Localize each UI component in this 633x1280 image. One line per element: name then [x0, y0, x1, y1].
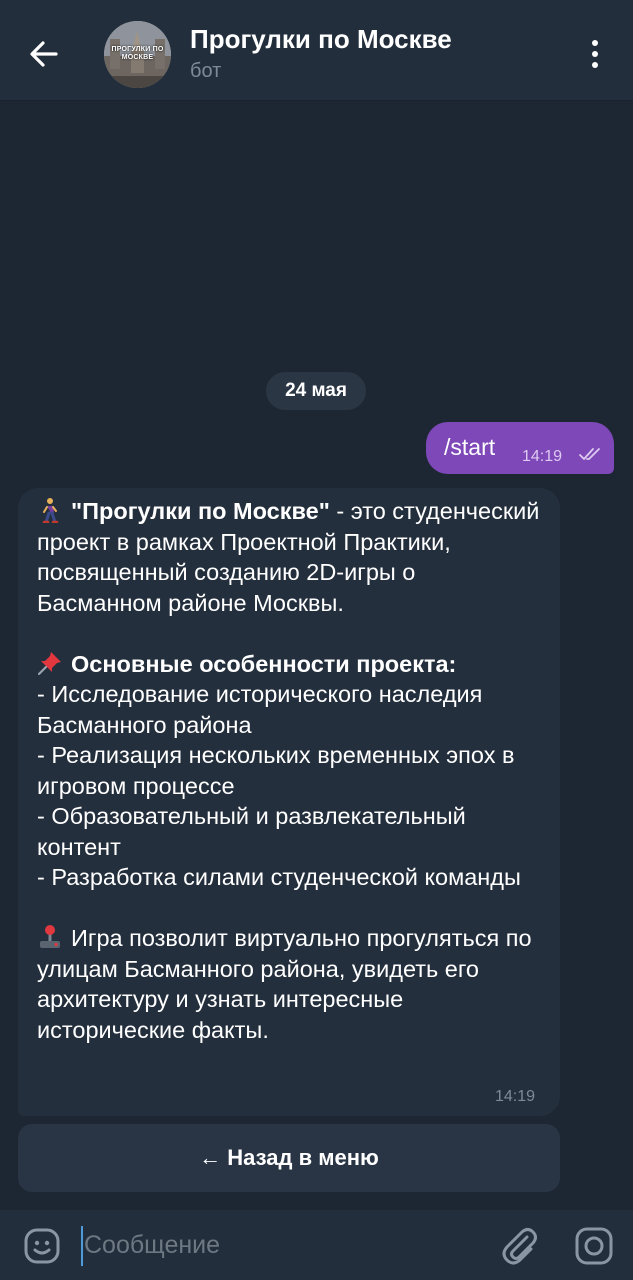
feature-item: - Разработка силами студенческой команды	[37, 864, 521, 890]
back-button[interactable]	[22, 32, 66, 76]
chat-header: ПРОГУЛКИ ПО МОСКВЕ Прогулки по Москве бо…	[0, 0, 633, 100]
features-heading: Основные особенности проекта:	[71, 650, 457, 677]
chat-title[interactable]: Прогулки по Москве	[190, 24, 452, 55]
avatar-label: ПРОГУЛКИ ПО МОСКВЕ	[111, 46, 164, 61]
more-vertical-icon	[592, 40, 598, 46]
message-time: 14:19	[522, 448, 563, 465]
incoming-message[interactable]: "Прогулки по Москве" - это студенческий …	[18, 488, 560, 1116]
menu-dot	[592, 51, 598, 57]
smile-icon[interactable]	[22, 1226, 62, 1266]
message-input[interactable]	[80, 1222, 480, 1268]
paperclip-icon[interactable]	[497, 1224, 541, 1268]
outro-text: Игра позволит виртуально прогуляться по …	[37, 925, 532, 1043]
chat-avatar[interactable]: ПРОГУЛКИ ПО МОСКВЕ	[104, 21, 171, 88]
back-to-menu-button[interactable]: ← Назад в меню	[18, 1124, 560, 1192]
pushpin-icon	[37, 651, 61, 675]
date-separator: 24 мая	[266, 372, 366, 410]
message-input-bar	[0, 1210, 633, 1280]
message-time: 14:19	[495, 1088, 536, 1105]
message-paragraph-intro: "Прогулки по Москве" - это студенческий …	[37, 496, 542, 618]
message-paragraph-outro: Игра позволит виртуально прогуляться по …	[37, 923, 542, 1045]
joystick-icon	[40, 925, 60, 948]
instagram-camera-icon[interactable]	[573, 1225, 615, 1267]
menu-dot	[592, 62, 598, 68]
feature-item: - Реализация нескольких временных эпох в…	[37, 742, 515, 799]
chat-subtitle: бот	[190, 60, 222, 82]
feature-item: - Исследование исторического наследия Ба…	[37, 681, 483, 738]
more-options-button[interactable]	[577, 34, 613, 74]
person-walking-icon	[42, 498, 59, 523]
message-body: "Прогулки по Москве" - это студенческий …	[37, 496, 542, 1045]
arrow-left-icon	[30, 41, 58, 67]
outgoing-message[interactable]: /start 14:19	[426, 422, 614, 474]
double-check-icon	[579, 448, 600, 460]
project-name: "Прогулки по Москве"	[71, 498, 330, 524]
message-paragraph-features-heading: Основные особенности проекта:	[37, 649, 542, 680]
message-text: /start	[444, 434, 496, 460]
feature-item: - Образовательный и развлекательный конт…	[37, 803, 466, 860]
text-cursor	[81, 1226, 83, 1266]
